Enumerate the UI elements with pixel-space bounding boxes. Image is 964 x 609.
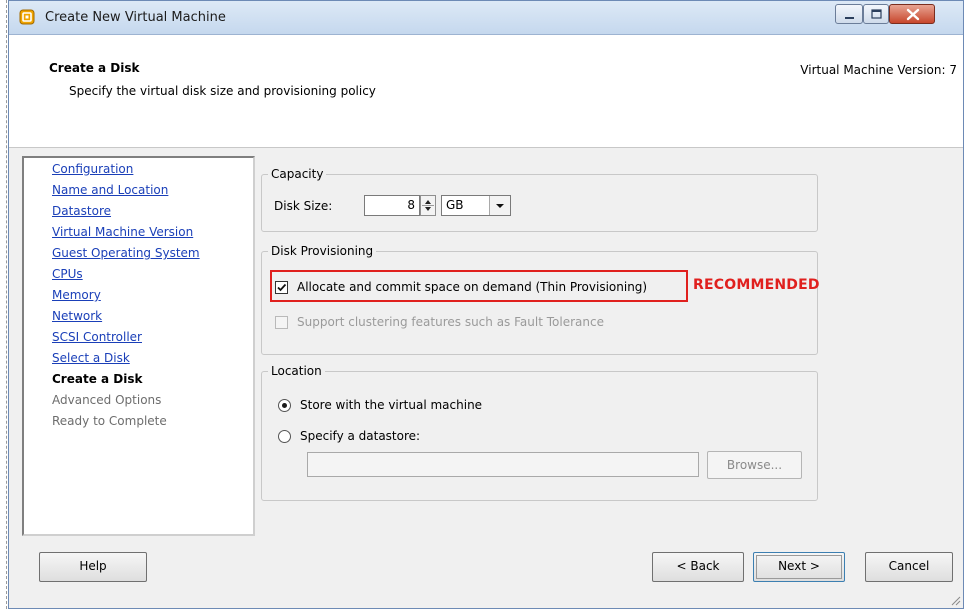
help-button[interactable]: Help	[39, 552, 147, 582]
close-button[interactable]	[889, 4, 935, 24]
chevron-down-icon	[496, 204, 504, 208]
nav-step-item: Ready to Complete	[52, 414, 167, 428]
resize-grip-icon[interactable]	[949, 594, 961, 606]
vm-version-label: Virtual Machine Version: 7	[800, 63, 957, 77]
nav-step-item[interactable]: Memory	[52, 288, 101, 302]
next-button[interactable]: Next >	[753, 552, 845, 582]
nav-step-item[interactable]: Configuration	[52, 162, 133, 176]
spinner-arrows-icon	[422, 200, 434, 211]
wizard-header: Create a Disk Specify the virtual disk s…	[9, 35, 963, 148]
nav-step-item: Advanced Options	[52, 393, 162, 407]
help-button-label: Help	[79, 559, 107, 573]
window-title: Create New Virtual Machine	[45, 10, 226, 25]
vm-app-icon	[19, 9, 35, 25]
store-with-vm-label: Store with the virtual machine	[300, 398, 483, 412]
nav-step-item[interactable]: Name and Location	[52, 183, 168, 197]
nav-step-item[interactable]: Network	[52, 309, 102, 323]
page-title: Create a Disk	[49, 61, 140, 75]
nav-step-item[interactable]: CPUs	[52, 267, 83, 281]
dropdown-arrow[interactable]	[489, 196, 510, 215]
radio-selected-dot	[282, 403, 287, 408]
nav-step-item[interactable]: Datastore	[52, 204, 111, 218]
title-bar: Create New Virtual Machine	[9, 1, 963, 35]
disk-size-label: Disk Size:	[274, 199, 333, 213]
clustering-checkbox[interactable]	[275, 316, 288, 329]
wizard-steps-panel: Configuration Name and Location Datastore V…	[22, 156, 255, 536]
disk-unit-select[interactable]: GB	[441, 195, 511, 216]
disk-size-spinner[interactable]	[420, 195, 436, 216]
maximize-icon	[871, 9, 882, 19]
page-subtitle: Specify the virtual disk size and provis…	[69, 84, 376, 98]
nav-step-item[interactable]: Select a Disk	[52, 351, 130, 365]
cancel-button-label: Cancel	[888, 559, 930, 573]
close-icon	[906, 8, 920, 21]
nav-step-item[interactable]: SCSI Controller	[52, 330, 142, 344]
cancel-button[interactable]: Cancel	[865, 552, 953, 582]
capacity-group-label: Capacity	[268, 167, 327, 182]
left-dashed-border	[0, 0, 7, 609]
clustering-label: Support clustering features such as Faul…	[297, 315, 604, 329]
next-button-focus	[756, 555, 842, 579]
location-group-label: Location	[268, 364, 325, 379]
recommended-annotation: RECOMMENDED	[693, 277, 820, 293]
back-button[interactable]: < Back	[652, 552, 744, 582]
capacity-group: Capacity	[261, 167, 818, 232]
disk-unit-value: GB	[446, 198, 464, 212]
maximize-button[interactable]	[863, 4, 889, 24]
thin-provisioning-label: Allocate and commit space on demand (Thi…	[297, 280, 648, 294]
disk-provisioning-group: Disk Provisioning	[261, 244, 818, 355]
checkmark-icon	[277, 283, 287, 292]
disk-size-input[interactable]: 8	[364, 195, 420, 216]
specify-datastore-label: Specify a datastore:	[300, 429, 421, 443]
back-button-label: < Back	[676, 559, 720, 573]
nav-step-item: Create a Disk	[52, 372, 143, 386]
thin-provisioning-checkbox[interactable]	[275, 281, 288, 294]
specify-datastore-radio[interactable]	[278, 430, 291, 443]
store-with-vm-radio[interactable]	[278, 399, 291, 412]
minimize-icon	[845, 17, 854, 19]
nav-step-item[interactable]: Virtual Machine Version	[52, 225, 193, 239]
browse-button[interactable]: Browse...	[707, 451, 802, 479]
nav-step-item[interactable]: Guest Operating System	[52, 246, 200, 260]
wizard-window: Create New Virtual Machine Create a Disk…	[8, 0, 964, 609]
provisioning-group-label: Disk Provisioning	[268, 244, 377, 259]
minimize-button[interactable]	[835, 4, 863, 24]
datastore-path-input[interactable]	[307, 452, 699, 477]
